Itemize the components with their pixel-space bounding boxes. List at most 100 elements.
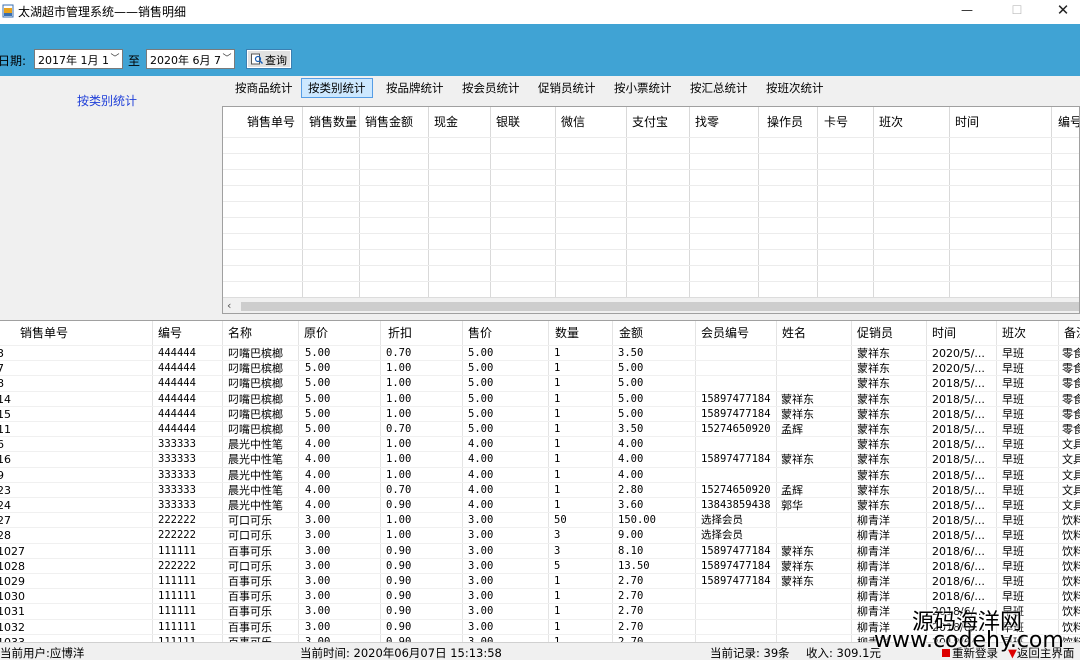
cell-promoter: 蒙祥东 [857,407,890,421]
column-header[interactable]: 折扣 [384,321,412,345]
table-row[interactable]: 3 444444 叼嘴巴槟榔 5.00 0.70 5.00 1 3.50 蒙祥东 2020/5/.… [0,345,1080,360]
summary-grid[interactable]: 销售单号 销售数量 销售金额 现金 银联 微信 支付宝 找零 操作员 卡号 班次… [222,106,1080,314]
tab-by-shift[interactable]: 按班次统计 [759,78,831,98]
tab-by-brand[interactable]: 按品牌统计 [379,78,451,98]
column-header[interactable]: 会员编号 [697,321,749,345]
table-row[interactable]: 23 333333 晨光中性笔 4.00 0.70 4.00 1 2.80 1527465092… [0,481,1080,497]
grid-rule [223,281,1079,282]
cell-member-id: 15897477184 [701,453,771,466]
cell-list-price: 4.00 [305,483,331,496]
tab-by-category[interactable]: 按类别统计 [301,78,373,98]
cell-item-name: 百事可乐 [228,590,272,604]
grid-divider [949,107,950,297]
cell-amount: 5.00 [618,392,644,405]
cell-shift: 早班 [1002,483,1024,497]
column-header[interactable]: 班次 [998,321,1026,345]
table-row[interactable]: 9 333333 晨光中性笔 4.00 1.00 4.00 1 4.00 蒙祥东 2018/5/.… [0,466,1080,482]
cell-promoter: 柳青洋 [857,529,890,543]
cell-item-code: 444444 [158,423,196,435]
cell-order-no: 1027 [0,544,25,558]
cell-item-code: 333333 [158,483,196,496]
column-header[interactable]: 卡号 [818,107,848,137]
column-header[interactable]: 备注 [1060,321,1080,345]
tab-by-receipt[interactable]: 按小票统计 [607,78,679,98]
cell-shift: 早班 [1002,392,1024,406]
tab-by-promoter[interactable]: 促销员统计 [531,78,603,98]
column-header[interactable]: 销售数量 [303,107,357,137]
table-row[interactable]: 15 444444 叼嘴巴槟榔 5.00 1.00 5.00 1 5.00 1589747718… [0,405,1080,421]
table-row[interactable]: 24 333333 晨光中性笔 4.00 0.90 4.00 1 3.60 1384385943… [0,497,1080,512]
tab-by-summary[interactable]: 按汇总统计 [683,78,755,98]
column-header[interactable]: 找零 [689,107,719,137]
column-header[interactable]: 微信 [555,107,585,137]
chevron-down-icon[interactable]: ﹀ [220,50,234,68]
column-header[interactable]: 售价 [464,321,492,345]
column-header[interactable]: 金额 [615,321,643,345]
table-row[interactable]: 14 444444 叼嘴巴槟榔 5.00 1.00 5.00 1 5.00 1589747718… [0,390,1080,406]
chevron-down-icon[interactable]: ﹀ [108,50,122,68]
close-button[interactable]: ✕ [1040,0,1080,22]
cell-order-no: 14 [0,392,11,406]
column-header[interactable]: 促销员 [853,321,893,345]
cell-promoter: 蒙祥东 [857,347,890,360]
cell-list-price: 4.00 [305,468,331,481]
cell-item-code: 111111 [158,605,196,618]
table-row[interactable]: 16 333333 晨光中性笔 4.00 1.00 4.00 1 4.00 1589747718… [0,451,1080,466]
column-header[interactable]: 姓名 [778,321,806,345]
cell-member-id: 15897477184 [701,544,771,557]
cell-member-id: 15274650920 [701,483,771,496]
table-row[interactable]: 28 222222 可口可乐 3.00 1.00 3.00 3 9.00 选择会员 柳青洋 2018… [0,527,1080,542]
cell-list-price: 4.00 [305,499,331,511]
sales-detail-grid[interactable]: 销售单号 编号 名称 原价 折扣 售价 数量 金额 会员编号 姓名 促销员 时间… [0,320,1080,642]
cell-amount: 3.50 [618,347,644,359]
cell-remark: 零食 [1062,377,1080,391]
column-header[interactable]: 销售金额 [359,107,413,137]
tab-by-member[interactable]: 按会员统计 [455,78,527,98]
scroll-left-icon[interactable]: ‹ [227,299,231,312]
scrollbar-thumb[interactable] [241,302,1079,311]
maximize-button[interactable]: ☐ [994,0,1040,22]
column-header[interactable]: 时间 [949,107,979,137]
cell-promoter: 蒙祥东 [857,377,890,391]
column-header[interactable]: 名称 [224,321,252,345]
end-date-picker[interactable]: 2020年 6月 7 ﹀ [146,49,235,69]
table-row[interactable]: 1030 111111 百事可乐 3.00 0.90 3.00 1 2.70 柳青洋 2018/6… [0,588,1080,603]
tab-by-product[interactable]: 按商品统计 [228,78,300,98]
column-header[interactable]: 编号 [154,321,182,345]
column-header[interactable]: 操作员 [761,107,803,137]
column-header[interactable]: 编号 [1052,107,1079,137]
column-header[interactable]: 支付宝 [626,107,668,137]
column-header[interactable]: 班次 [873,107,903,137]
column-header[interactable]: 银联 [490,107,520,137]
column-header[interactable]: 原价 [300,321,328,345]
cell-remark: 文具 [1062,483,1080,497]
table-row[interactable]: 1029 111111 百事可乐 3.00 0.90 3.00 1 2.70 158974771… [0,573,1080,588]
table-row[interactable]: 1027 111111 百事可乐 3.00 0.90 3.00 3 8.10 158974771… [0,542,1080,558]
column-header[interactable]: 现金 [428,107,458,137]
table-row[interactable]: 7 444444 叼嘴巴槟榔 5.00 1.00 5.00 1 5.00 蒙祥东 2020/5/.… [0,360,1080,375]
cell-shift: 早班 [1002,423,1024,436]
query-button[interactable]: 查询 [246,49,292,69]
cell-sale-time: 2018/6/... [932,544,985,558]
table-row[interactable]: 11 444444 叼嘴巴槟榔 5.00 0.70 5.00 1 3.50 1527465092… [0,421,1080,436]
category-stats-link[interactable]: 按类别统计 [77,92,137,109]
cell-item-name: 晨光中性笔 [228,438,283,452]
table-row[interactable]: 6 333333 晨光中性笔 4.00 1.00 4.00 1 4.00 蒙祥东 2018/5/.… [0,436,1080,451]
cell-item-code: 111111 [158,575,196,587]
cell-item-code: 111111 [158,590,196,603]
minimize-button[interactable]: — [944,0,990,22]
table-row[interactable]: 27 222222 可口可乐 3.00 1.00 3.00 50 150.00 选择会员 柳青洋 2… [0,512,1080,527]
cell-sale-price: 3.00 [468,635,494,642]
cell-order-no: 3 [0,346,4,361]
column-header[interactable]: 销售单号 [16,321,68,345]
table-row[interactable]: 8 444444 叼嘴巴槟榔 5.00 1.00 5.00 1 5.00 蒙祥东 2018/5/.… [0,375,1080,390]
cell-list-price: 3.00 [305,575,331,587]
cell-sale-time: 2018/6/... [932,590,985,604]
horizontal-scrollbar[interactable]: ‹ [223,297,1079,313]
column-header[interactable]: 时间 [928,321,956,345]
cell-discount: 0.70 [386,483,412,496]
column-header[interactable]: 数量 [551,321,579,345]
start-date-picker[interactable]: 2017年 1月 1 ﹀ [34,49,123,69]
table-row[interactable]: 1028 222222 可口可乐 3.00 0.90 3.00 5 13.50 15897477… [0,557,1080,573]
column-header[interactable]: 销售单号 [241,107,295,137]
